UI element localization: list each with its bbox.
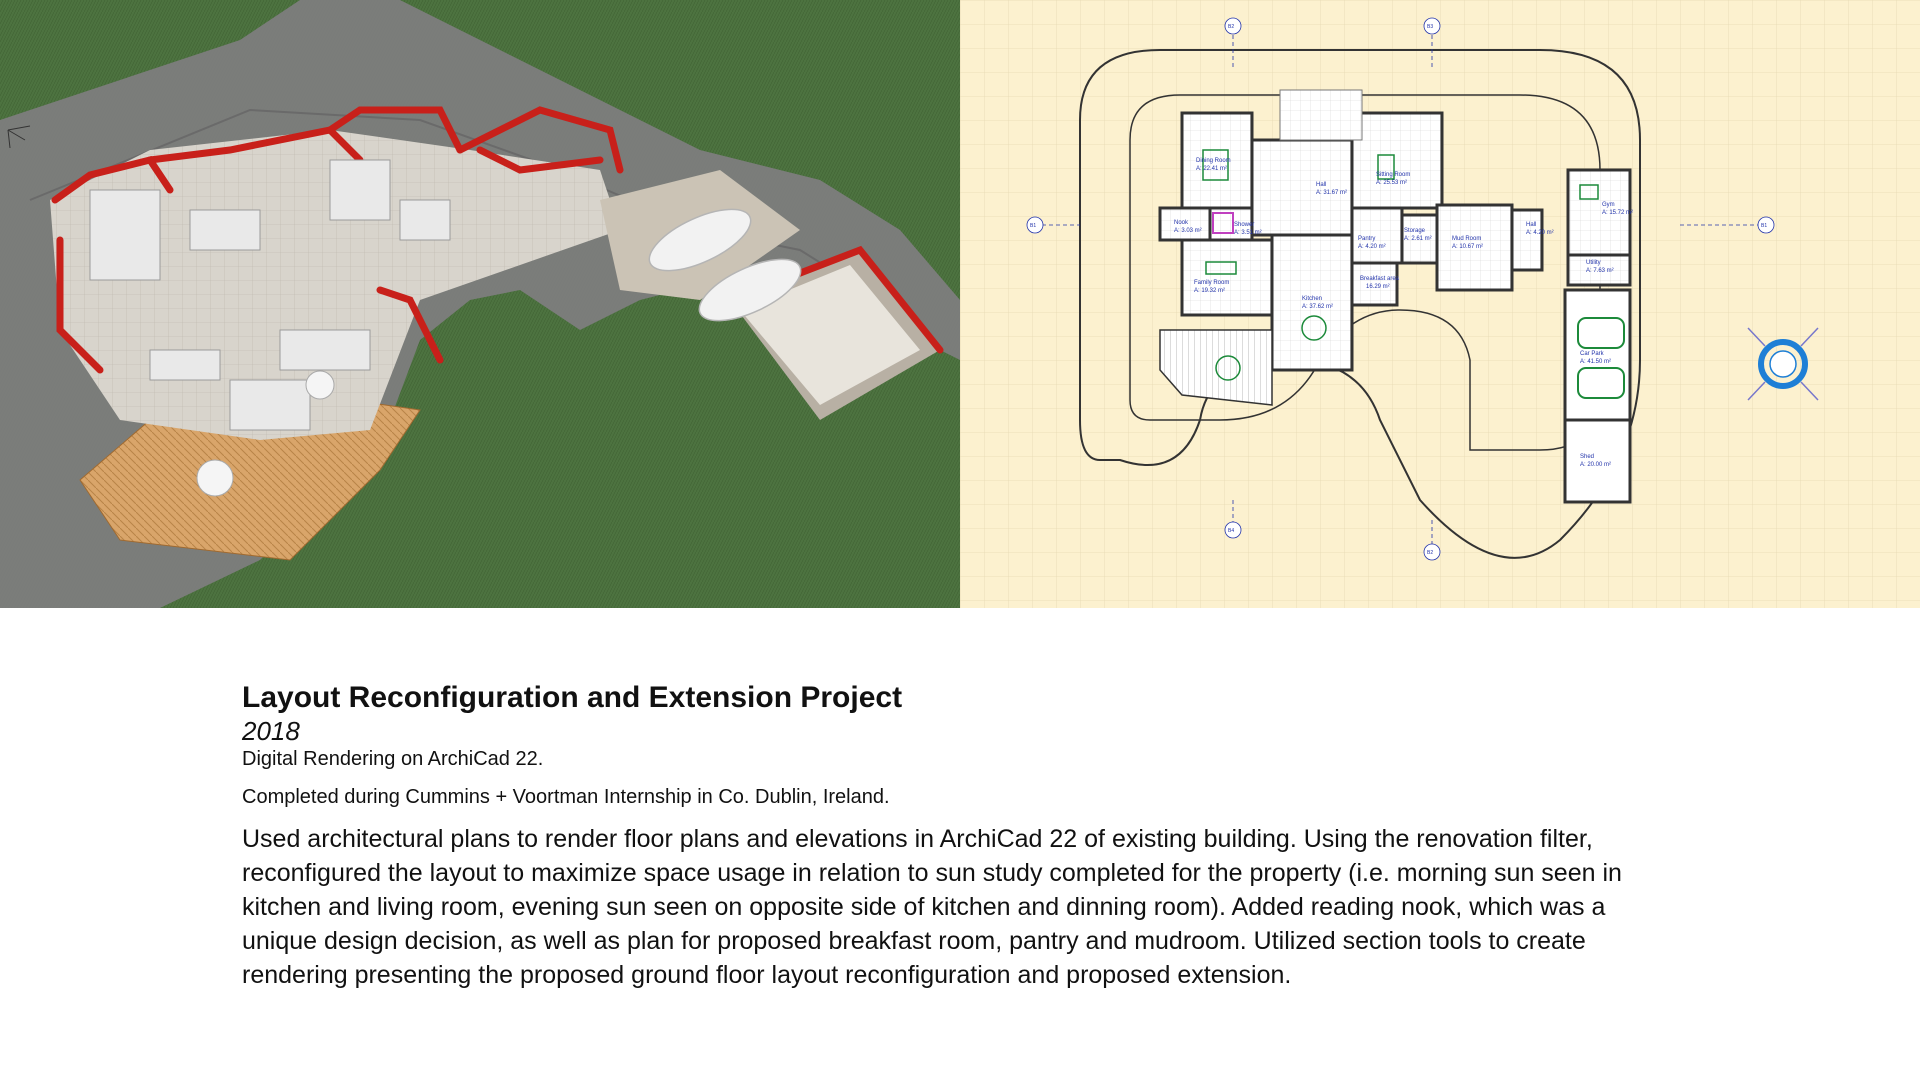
room-label: Pantry xyxy=(1358,236,1375,242)
room-label: Utility xyxy=(1586,260,1601,266)
room-area: A: 2.61 m² xyxy=(1404,236,1432,242)
rendering-illustration xyxy=(0,0,960,608)
room-area: A: 19.32 m² xyxy=(1194,288,1225,294)
room-area: A: 10.67 m² xyxy=(1452,244,1483,250)
room-area: A: 3.51 m² xyxy=(1234,230,1262,236)
project-title: Layout Reconfiguration and Extension Pro… xyxy=(242,681,903,714)
room-area: A: 31.67 m² xyxy=(1316,190,1347,196)
grid-marker-label: B4 xyxy=(1228,528,1234,534)
grid-marker-label: B2 xyxy=(1228,24,1234,30)
room-label: Storage xyxy=(1404,228,1426,234)
room-area: A: 4.20 m² xyxy=(1358,244,1386,250)
room-label: Nook xyxy=(1174,220,1189,226)
room-area: A: 7.63 m² xyxy=(1586,268,1614,274)
room-area: A: 41.50 m² xyxy=(1580,359,1611,365)
room-label: Mud Room xyxy=(1452,236,1481,242)
room-label: Shed xyxy=(1580,454,1594,460)
floor-plan-svg: Dining Room A: 22.41 m² Hall A: 31.67 m²… xyxy=(960,0,1920,608)
grid-marker-label: B1 xyxy=(1030,223,1036,229)
room-area: 16.29 m² xyxy=(1366,284,1390,290)
room-area: A: 37.62 m² xyxy=(1302,304,1333,310)
room-area: A: 4.20 m² xyxy=(1526,230,1554,236)
room-label: Family Room xyxy=(1194,280,1229,286)
3d-section-rendering xyxy=(0,0,960,608)
room-area: A: 3.03 m² xyxy=(1174,228,1202,234)
grid-marker-label: B1 xyxy=(1761,223,1767,229)
project-description: Used architectural plans to render floor… xyxy=(242,825,1622,989)
room-label: Dining Room xyxy=(1196,158,1231,164)
project-medium: Digital Rendering on ArchiCad 22. xyxy=(242,748,544,770)
room-label: Car Park xyxy=(1580,351,1605,357)
room-label: Shower xyxy=(1234,222,1254,228)
room-area: A: 15.72 m² xyxy=(1602,210,1633,216)
project-year: 2018 xyxy=(242,716,300,746)
room-label: Hall xyxy=(1316,182,1326,188)
room-label: Gym xyxy=(1602,202,1615,208)
room-label: Breakfast area xyxy=(1360,276,1400,282)
room-area: A: 25.53 m² xyxy=(1376,180,1407,186)
room-area: A: 22.41 m² xyxy=(1196,166,1227,172)
grid-marker-label: B2 xyxy=(1427,550,1433,556)
room-label: Hall xyxy=(1526,222,1536,228)
floor-plan-drawing: Dining Room A: 22.41 m² Hall A: 31.67 m²… xyxy=(960,0,1920,608)
project-context: Completed during Cummins + Voortman Inte… xyxy=(242,786,890,808)
room-label: Kitchen xyxy=(1302,296,1322,302)
grid-marker-label: B3 xyxy=(1427,24,1433,30)
room-label: Sitting Room xyxy=(1376,172,1410,178)
project-caption: Layout Reconfiguration and Extension Pro… xyxy=(242,680,1682,992)
room-area: A: 20.00 m² xyxy=(1580,462,1611,468)
